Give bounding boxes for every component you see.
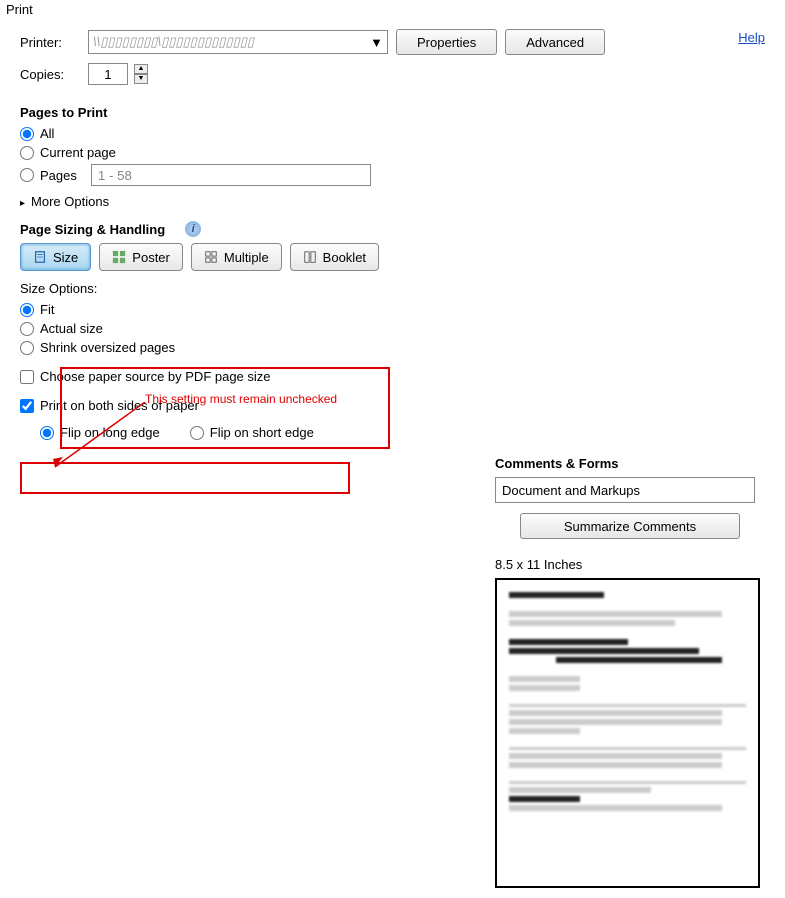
preview-size-label: 8.5 x 11 Inches	[495, 557, 765, 572]
multiple-icon	[204, 250, 218, 264]
both-sides-label: Print on both sides of paper	[40, 398, 199, 413]
flip-short-radio[interactable]	[190, 426, 204, 440]
spinner-down-icon[interactable]: ▼	[134, 74, 148, 84]
chevron-down-icon: ▼	[370, 35, 383, 50]
help-link[interactable]: Help	[738, 30, 765, 45]
comments-dropdown[interactable]: Document and Markups	[495, 477, 755, 503]
flip-long-radio[interactable]	[40, 426, 54, 440]
copies-input[interactable]	[88, 63, 128, 85]
pages-range-label: Pages	[40, 168, 77, 183]
size-options-label: Size Options:	[20, 281, 510, 296]
size-fit-label: Fit	[40, 302, 54, 317]
preview-pane	[495, 578, 760, 888]
tab-booklet[interactable]: Booklet	[290, 243, 379, 271]
properties-button[interactable]: Properties	[396, 29, 497, 55]
flip-short-label: Flip on short edge	[210, 425, 314, 440]
pages-range-input[interactable]	[91, 164, 371, 186]
pages-range-radio[interactable]	[20, 168, 34, 182]
pages-all-radio[interactable]	[20, 127, 34, 141]
pages-current-radio[interactable]	[20, 146, 34, 160]
both-sides-checkbox[interactable]	[20, 399, 34, 413]
size-fit-radio[interactable]	[20, 303, 34, 317]
tab-poster[interactable]: Poster	[99, 243, 183, 271]
pages-all-label: All	[40, 126, 54, 141]
comments-value: Document and Markups	[502, 483, 640, 498]
pages-current-label: Current page	[40, 145, 116, 160]
choose-paper-label: Choose paper source by PDF page size	[40, 369, 271, 384]
size-shrink-radio[interactable]	[20, 341, 34, 355]
advanced-button[interactable]: Advanced	[505, 29, 605, 55]
choose-paper-checkbox[interactable]	[20, 370, 34, 384]
tab-multiple[interactable]: Multiple	[191, 243, 282, 271]
tab-size[interactable]: Size	[20, 243, 91, 271]
size-icon	[33, 250, 47, 264]
size-actual-radio[interactable]	[20, 322, 34, 336]
size-actual-label: Actual size	[40, 321, 103, 336]
printer-dropdown[interactable]: \\▯▯▯▯▯▯▯▯\▯▯▯▯▯▯▯▯▯▯▯▯▯ ▼	[88, 30, 388, 54]
printer-label: Printer:	[20, 35, 80, 50]
printer-value: \\▯▯▯▯▯▯▯▯\▯▯▯▯▯▯▯▯▯▯▯▯▯	[93, 34, 254, 50]
more-options-toggle[interactable]: More Options	[20, 194, 510, 209]
booklet-icon	[303, 250, 317, 264]
flip-long-label: Flip on long edge	[60, 425, 160, 440]
poster-icon	[112, 250, 126, 264]
copies-label: Copies:	[20, 67, 80, 82]
pages-to-print-title: Pages to Print	[20, 105, 510, 120]
size-shrink-label: Shrink oversized pages	[40, 340, 175, 355]
spinner-up-icon[interactable]: ▲	[134, 64, 148, 74]
comments-title: Comments & Forms	[495, 456, 765, 471]
summarize-comments-button[interactable]: Summarize Comments	[520, 513, 740, 539]
sizing-title: Page Sizing & Handling	[20, 222, 165, 237]
window-title: Print	[0, 0, 785, 19]
info-icon[interactable]: i	[185, 221, 201, 237]
